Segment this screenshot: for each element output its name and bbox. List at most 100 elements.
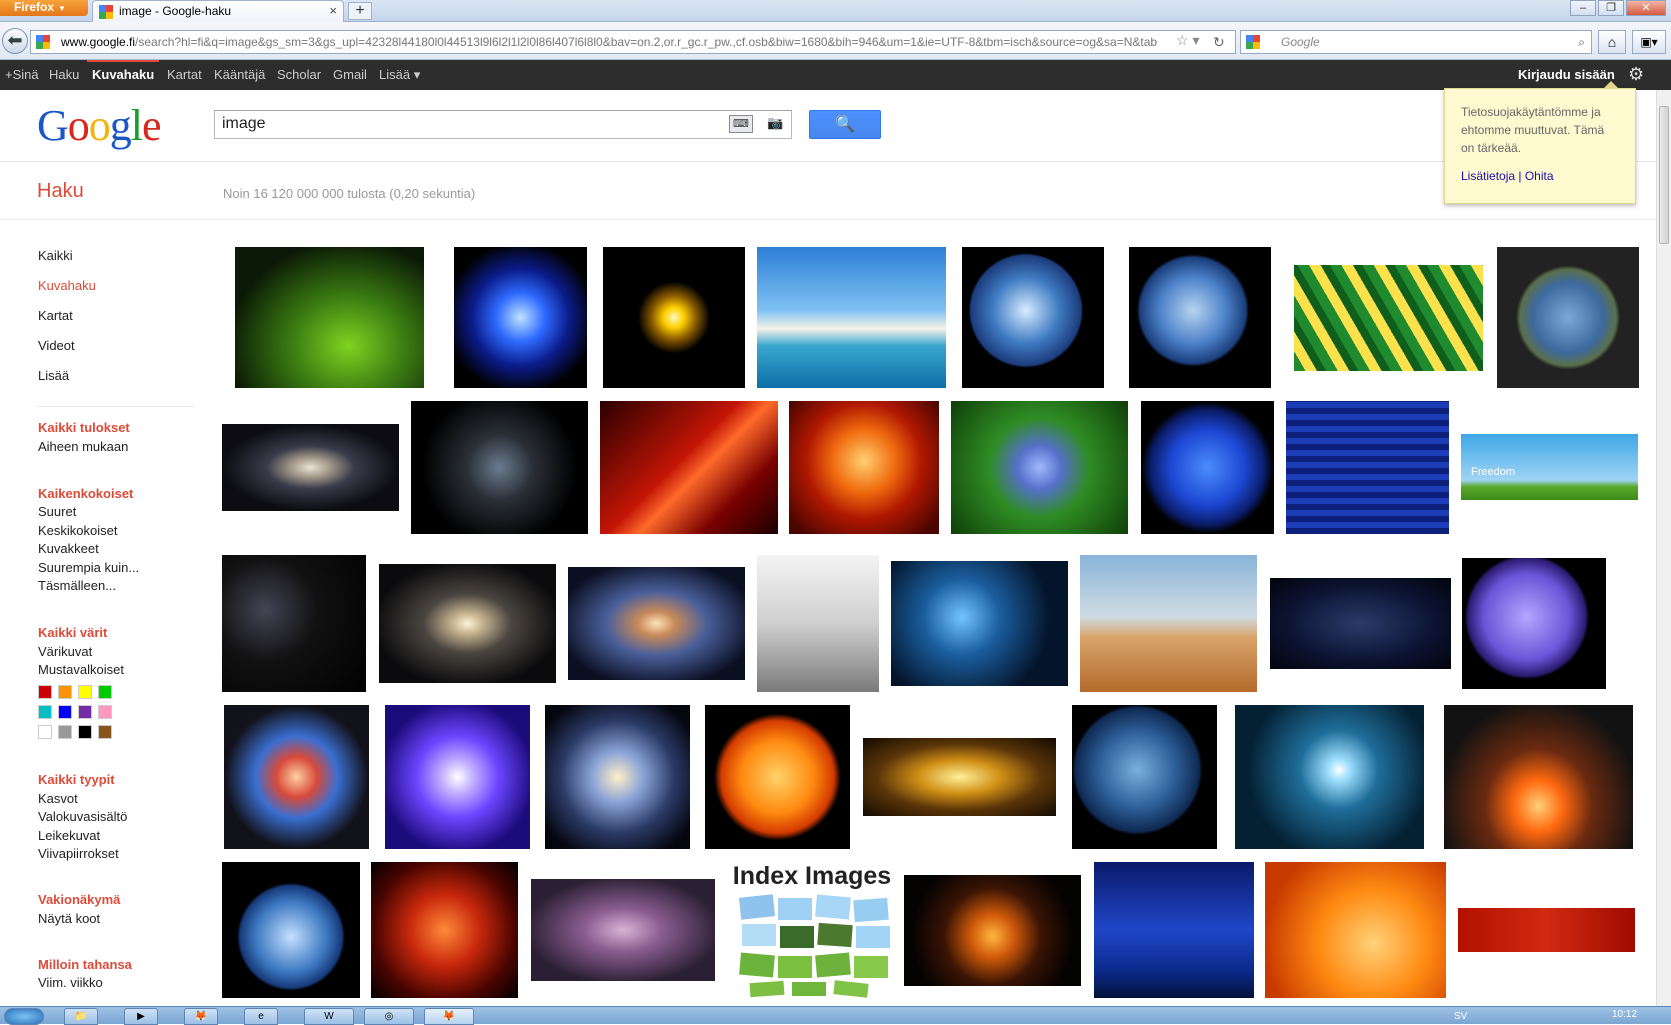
image-result-venus[interactable] — [1129, 247, 1271, 388]
filter-size-larger-than[interactable]: Suurempia kuin... — [38, 560, 139, 575]
image-result-sunflare[interactable] — [789, 401, 939, 534]
search-input[interactable]: image ⌨ 📷 — [214, 110, 792, 139]
gbar-item-scholar[interactable]: Scholar — [277, 67, 321, 82]
image-result-debris[interactable] — [411, 401, 588, 534]
color-swatch[interactable] — [58, 685, 72, 699]
image-result-starfield[interactable] — [222, 555, 366, 692]
image-result-rocket[interactable] — [1080, 555, 1257, 692]
image-result-beach[interactable] — [757, 247, 946, 388]
browser-search-bar[interactable]: Google ⌕ — [1240, 30, 1592, 54]
start-button[interactable] — [4, 1008, 44, 1025]
color-swatch[interactable] — [78, 685, 92, 699]
image-result-supernova[interactable] — [224, 705, 369, 849]
word-icon[interactable]: W — [304, 1008, 354, 1025]
filter-type-photo[interactable]: Valokuvasisältö — [38, 809, 127, 824]
keyboard-icon[interactable]: ⌨ — [729, 115, 753, 133]
language-indicator[interactable]: SV — [1454, 1011, 1467, 1022]
filter-any-time[interactable]: Milloin tahansa — [38, 957, 132, 972]
filter-show-sizes[interactable]: Näytä koot — [38, 911, 100, 926]
image-result-galaxy[interactable] — [379, 564, 556, 683]
gbar-item-kaantaja[interactable]: Kääntäjä — [214, 67, 265, 82]
sidebar-item-videot[interactable]: Videot — [38, 338, 75, 353]
image-result-freedom[interactable]: Freedom — [1461, 434, 1638, 500]
explorer-icon[interactable]: 📁 — [64, 1008, 98, 1025]
media-player-icon[interactable]: ▶ — [124, 1008, 158, 1025]
firefox-icon[interactable]: 🦊 — [184, 1008, 218, 1025]
gbar-item-plus[interactable]: +Sinä — [5, 67, 39, 82]
gear-icon[interactable]: ⚙ — [1628, 64, 1644, 85]
minimize-icon[interactable]: ‒ — [1570, 0, 1596, 16]
gbar-item-kuvahaku[interactable]: Kuvahaku — [92, 67, 154, 82]
image-result-grass[interactable] — [235, 247, 424, 388]
add-bookmark-icon[interactable]: ▣▾ — [1632, 30, 1666, 54]
filter-color-full[interactable]: Värikuvat — [38, 644, 92, 659]
image-result-violetglow[interactable] — [385, 705, 530, 849]
image-result-worldmap[interactable] — [1270, 578, 1451, 669]
sidebar-item-lisaa[interactable]: Lisää — [38, 368, 69, 383]
new-tab-button[interactable]: + — [348, 2, 372, 20]
image-result-eagle[interactable] — [1094, 862, 1254, 998]
home-icon[interactable]: ⌂ — [1598, 30, 1626, 54]
color-swatch[interactable] — [98, 725, 112, 739]
image-result-nebula-pink[interactable] — [531, 879, 715, 981]
image-result-index-images[interactable]: Index Images — [732, 862, 892, 1000]
filter-size-medium[interactable]: Keskikokoiset — [38, 523, 117, 538]
filter-all-colors[interactable]: Kaikki värit — [38, 625, 107, 640]
filter-type-linedrawing[interactable]: Viivapiirrokset — [38, 846, 119, 861]
scrollbar-thumb[interactable] — [1659, 106, 1669, 244]
camera-icon[interactable]: 📷 — [767, 115, 785, 133]
color-swatch[interactable] — [98, 705, 112, 719]
image-result-earth-sa[interactable] — [1072, 705, 1217, 849]
color-swatch[interactable] — [38, 705, 52, 719]
image-result-sun-small[interactable] — [603, 247, 745, 388]
image-result-earth[interactable] — [962, 247, 1104, 388]
image-result-redflare[interactable] — [600, 401, 778, 534]
search-button[interactable]: 🔍 — [809, 110, 881, 139]
image-result-earth-moon[interactable] — [222, 862, 360, 998]
learn-more-link[interactable]: Lisätietoja — [1461, 169, 1515, 183]
browser-tab[interactable]: image - Google-haku × — [92, 0, 344, 22]
image-result-nebula-blue[interactable] — [891, 561, 1068, 686]
gbar-item-gmail[interactable]: Gmail — [333, 67, 367, 82]
image-result-sun-big[interactable] — [1265, 862, 1446, 998]
filter-last-week[interactable]: Viim. viikko — [38, 975, 103, 990]
filter-default-view[interactable]: Vakionäkymä — [38, 892, 120, 907]
image-result-nuke[interactable] — [1444, 705, 1633, 849]
filter-size-icon[interactable]: Kuvakkeet — [38, 541, 99, 556]
image-result-saturn[interactable] — [222, 424, 399, 511]
google-logo[interactable]: Google — [37, 100, 162, 151]
image-result-sun-orange[interactable] — [705, 705, 850, 849]
image-result-flower[interactable] — [951, 401, 1128, 534]
url-bar[interactable]: www.google.fi/search?hl=fi&q=image&gs_sm… — [30, 30, 1236, 54]
filter-all-sizes[interactable]: Kaikenkokoiset — [38, 486, 133, 501]
search-icon[interactable]: ⌕ — [1578, 31, 1585, 53]
color-swatch[interactable] — [38, 725, 52, 739]
color-swatch[interactable] — [58, 705, 72, 719]
gbar-item-haku[interactable]: Haku — [49, 67, 79, 82]
image-result-bluesun[interactable] — [1141, 401, 1274, 534]
firefox-menu-button[interactable]: Firefox ▼ — [0, 0, 88, 16]
sidebar-item-kuvahaku[interactable]: Kuvahaku — [38, 278, 96, 293]
image-result-rosette[interactable] — [371, 862, 518, 998]
back-arrow-icon[interactable]: ⬅ — [2, 28, 28, 54]
image-result-screen[interactable] — [1286, 401, 1449, 534]
app-icon[interactable]: ◎ — [364, 1008, 414, 1025]
color-swatch[interactable] — [78, 705, 92, 719]
reload-icon[interactable]: ↻ — [1213, 34, 1225, 51]
filter-color-bw[interactable]: Mustavalkoiset — [38, 662, 124, 677]
filter-all-types[interactable]: Kaikki tyypit — [38, 772, 115, 787]
image-result-earth-mosaic[interactable] — [1497, 247, 1639, 388]
image-result-bluestar[interactable] — [454, 247, 587, 388]
image-result-drop[interactable] — [757, 555, 879, 692]
image-result-bulbs[interactable] — [863, 738, 1056, 816]
filter-all-results[interactable]: Kaikki tulokset — [38, 420, 130, 435]
browser-icon[interactable]: e — [244, 1008, 278, 1025]
gbar-item-kartat[interactable]: Kartat — [167, 67, 202, 82]
filter-size-large[interactable]: Suuret — [38, 504, 76, 519]
sidebar-item-kartat[interactable]: Kartat — [38, 308, 73, 323]
sidebar-item-kaikki[interactable]: Kaikki — [38, 248, 73, 263]
image-result-pumpkin[interactable] — [904, 875, 1081, 986]
color-swatch[interactable] — [78, 725, 92, 739]
sign-in-link[interactable]: Kirjaudu sisään — [1518, 67, 1615, 82]
filter-type-faces[interactable]: Kasvot — [38, 791, 78, 806]
